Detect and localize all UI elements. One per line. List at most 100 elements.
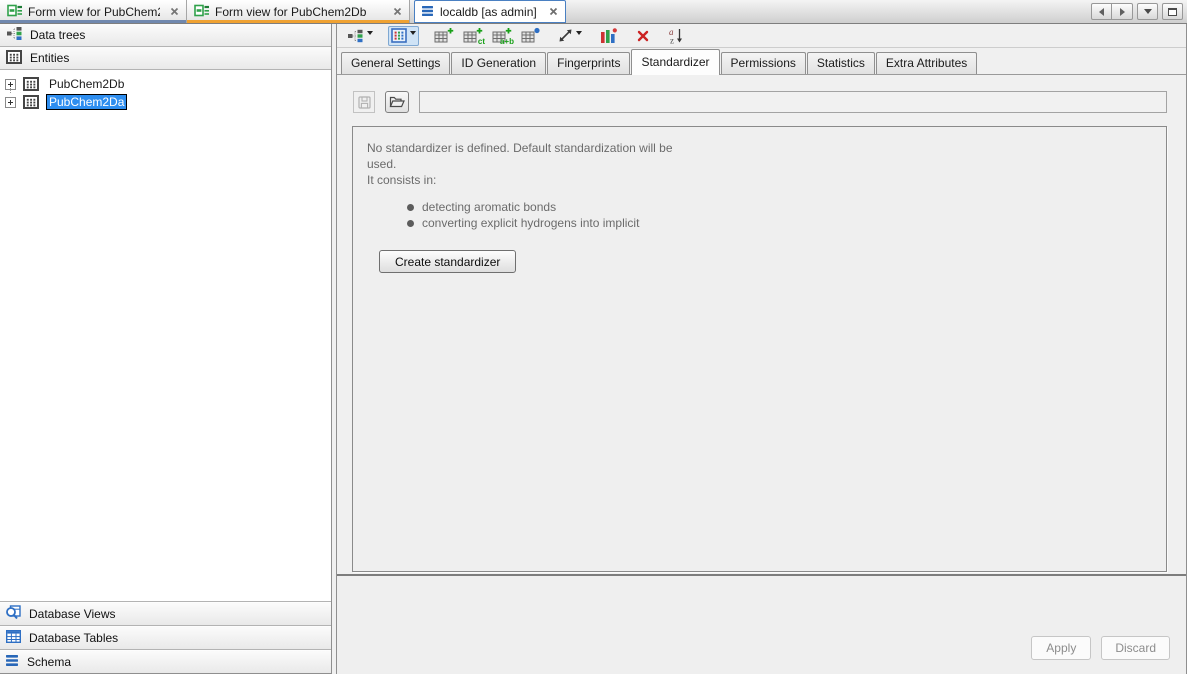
- apply-button[interactable]: Apply: [1031, 636, 1091, 660]
- table-reference-button[interactable]: [518, 26, 543, 46]
- tab-bar-controls: [1091, 0, 1187, 23]
- sidebar-section-data-trees[interactable]: Data trees: [0, 24, 331, 47]
- tab-general-settings[interactable]: General Settings: [341, 52, 450, 74]
- sidebar-section-database-tables[interactable]: Database Tables: [0, 626, 331, 650]
- maximize-icon: [1168, 8, 1177, 16]
- tree-item-pubchem2db[interactable]: PubChem2Db: [0, 75, 331, 93]
- close-icon[interactable]: [170, 7, 179, 16]
- chevron-down-icon: [410, 31, 416, 35]
- standardizer-message-panel: No standardizer is defined. Default stan…: [352, 126, 1167, 572]
- tree-item-pubchem2da[interactable]: PubChem2Da: [0, 93, 331, 111]
- sidebar-section-schema[interactable]: Schema: [0, 650, 331, 674]
- tab-underline: [187, 20, 409, 23]
- main-panel: ct a+b az General: [336, 24, 1187, 674]
- open-standardizer-button[interactable]: [385, 91, 409, 113]
- sort-button[interactable]: az: [665, 26, 687, 46]
- standardization-steps-list: detecting aromatic bonds converting expl…: [407, 199, 1152, 231]
- tab-fingerprints[interactable]: Fingerprints: [547, 52, 630, 74]
- footer-buttons: Apply Discard: [1031, 636, 1170, 660]
- window-tab-form-view-pubchem2da[interactable]: Form view for PubChem2Da: [0, 0, 187, 23]
- list-item: converting explicit hydrogens into impli…: [407, 215, 1152, 231]
- tab-extra-attributes[interactable]: Extra Attributes: [876, 52, 977, 74]
- sort-az-icon: az: [668, 27, 684, 44]
- data-tree-menu-button[interactable]: [344, 26, 376, 46]
- window-tab-bar: Form view for PubChem2Da Form view for P…: [0, 0, 1187, 24]
- tab-id-generation[interactable]: ID Generation: [451, 52, 546, 74]
- new-union-table-button[interactable]: a+b: [489, 26, 515, 46]
- list-item-text: converting explicit hydrogens into impli…: [422, 215, 639, 231]
- data-trees-icon: [6, 26, 22, 44]
- union-badge: a+b: [500, 38, 514, 46]
- grid-view-menu-icon: [391, 28, 407, 43]
- entity-table-icon: [23, 77, 39, 91]
- message-line: used.: [367, 156, 1152, 172]
- create-standardizer-button[interactable]: Create standardizer: [379, 250, 516, 273]
- tab-list-dropdown-button[interactable]: [1137, 3, 1158, 20]
- tab-underline: [0, 20, 186, 23]
- list-item: detecting aromatic bonds: [407, 199, 1152, 215]
- standardizer-path-field[interactable]: [419, 91, 1167, 113]
- nav-forward-button[interactable]: [1112, 3, 1133, 20]
- window-tab-label: localdb [as admin]: [440, 5, 539, 19]
- bullet-icon: [407, 204, 414, 211]
- list-item-text: detecting aromatic bonds: [422, 199, 556, 215]
- chevron-right-icon: [1120, 8, 1125, 16]
- close-icon[interactable]: [549, 7, 558, 16]
- svg-text:z: z: [670, 36, 674, 45]
- maximize-button[interactable]: [1162, 3, 1183, 20]
- database-tables-icon: [6, 630, 21, 646]
- sidebar-section-label: Database Views: [29, 607, 116, 621]
- standardizer-tab-content: No standardizer is defined. Default stan…: [337, 75, 1186, 574]
- save-icon: [358, 96, 371, 109]
- close-icon[interactable]: [393, 7, 402, 16]
- chevron-down-icon: [576, 31, 582, 35]
- window-tab-form-view-pubchem2db[interactable]: Form view for PubChem2Db: [187, 0, 410, 23]
- resize-menu-button[interactable]: [555, 26, 585, 46]
- bullet-icon: [407, 220, 414, 227]
- nav-back-button[interactable]: [1091, 3, 1112, 20]
- tab-standardizer[interactable]: Standardizer: [631, 49, 719, 75]
- window-tab-label: Form view for PubChem2Db: [215, 5, 383, 19]
- sidebar-section-label: Data trees: [30, 28, 85, 42]
- delete-button[interactable]: [632, 26, 653, 46]
- sidebar-section-label: Database Tables: [29, 631, 118, 645]
- chevron-down-icon: [1144, 9, 1152, 14]
- sidebar: Data trees Entities PubChem2Db PubChe: [0, 24, 332, 674]
- save-standardizer-button[interactable]: [353, 91, 375, 113]
- discard-button[interactable]: Discard: [1101, 636, 1170, 660]
- sidebar-section-label: Schema: [27, 655, 71, 669]
- entity-table-icon: [23, 95, 39, 109]
- tree-item-label-selected: PubChem2Da: [46, 94, 127, 110]
- table-reference-icon: [521, 27, 540, 44]
- main-toolbar: ct a+b az: [337, 24, 1186, 48]
- message-line: No standardizer is defined. Default stan…: [367, 140, 1152, 156]
- chevron-down-icon: [367, 31, 373, 35]
- workspace: Data trees Entities PubChem2Db PubChe: [0, 24, 1187, 674]
- new-crosstab-table-button[interactable]: ct: [460, 26, 486, 46]
- window-tab-label: Form view for PubChem2Da: [28, 5, 160, 19]
- delete-icon: [637, 30, 649, 42]
- tab-statistics[interactable]: Statistics: [807, 52, 875, 74]
- schema-list-icon: [6, 655, 19, 669]
- form-view-icon: [7, 4, 22, 20]
- form-view-icon: [194, 4, 209, 20]
- crosstab-badge: ct: [478, 38, 485, 46]
- sidebar-section-label: Entities: [30, 51, 69, 65]
- new-table-button[interactable]: [431, 26, 457, 46]
- sidebar-bottom-sections: Database Views Database Tables Schema: [0, 601, 331, 674]
- add-table-icon: [434, 27, 454, 44]
- standardizer-file-row: [353, 91, 1167, 113]
- expand-plus-icon[interactable]: [5, 97, 16, 108]
- schema-list-icon: [422, 5, 434, 19]
- window-tab-localdb[interactable]: localdb [as admin]: [414, 0, 566, 23]
- entities-tree: PubChem2Db PubChem2Da: [0, 70, 331, 601]
- tab-permissions[interactable]: Permissions: [721, 52, 806, 74]
- data-tree-menu-icon: [347, 28, 364, 44]
- statistics-bars-icon: [600, 28, 617, 44]
- sidebar-section-entities[interactable]: Entities: [0, 47, 331, 70]
- settings-tab-strip: General Settings ID Generation Fingerpri…: [337, 48, 1186, 75]
- message-line: It consists in:: [367, 172, 1152, 188]
- sidebar-section-database-views[interactable]: Database Views: [0, 602, 331, 626]
- statistics-button[interactable]: [597, 26, 620, 46]
- grid-view-menu-button[interactable]: [388, 26, 419, 46]
